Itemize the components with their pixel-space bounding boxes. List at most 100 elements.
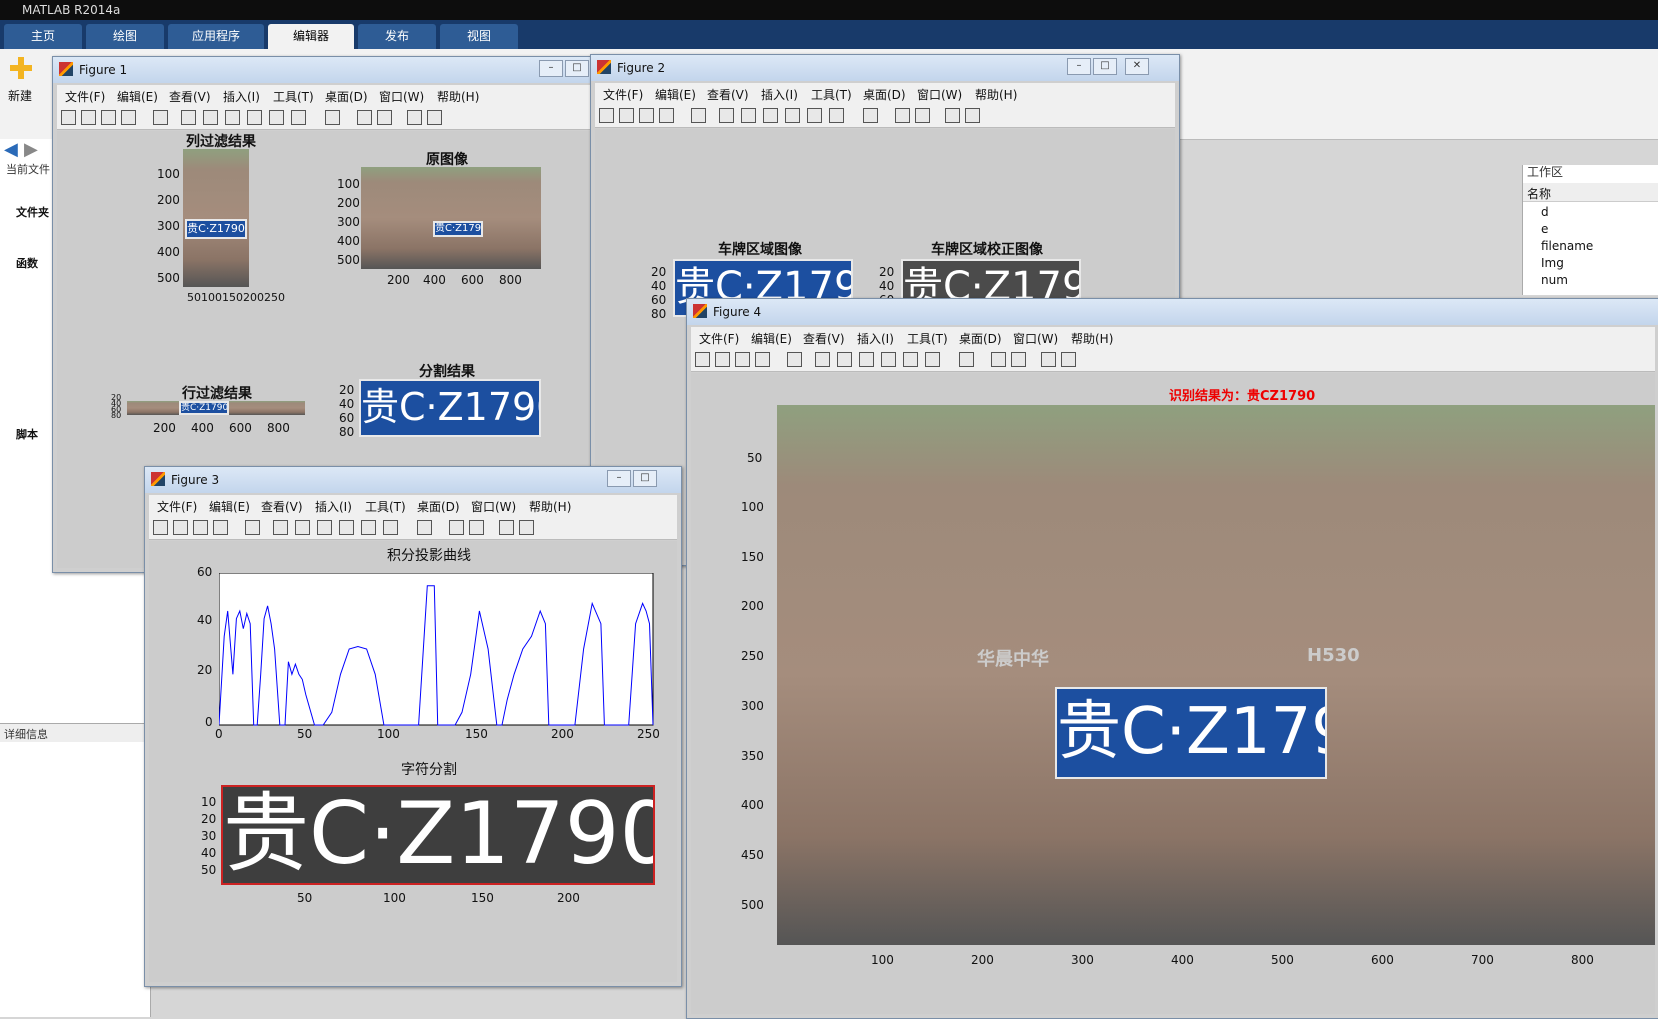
colorbar-icon[interactable] — [895, 108, 910, 123]
hide-tools-icon[interactable] — [499, 520, 514, 535]
pointer-icon[interactable] — [245, 520, 260, 535]
workspace-var[interactable]: filename — [1541, 239, 1593, 253]
figure-menu-item[interactable]: 帮助(H) — [1071, 330, 1113, 347]
figure-menu-item[interactable]: 工具(T) — [811, 86, 852, 103]
brush-icon[interactable] — [925, 352, 940, 367]
figure-1-titlebar[interactable]: Figure 1 – □ ✕ — [53, 57, 621, 83]
brush-icon[interactable] — [291, 110, 306, 125]
colorbar-icon[interactable] — [357, 110, 372, 125]
new-button-label[interactable]: 新建 — [8, 87, 32, 104]
maximize-button[interactable]: □ — [1093, 58, 1117, 75]
figure-menu-item[interactable]: 窗口(W) — [917, 86, 962, 103]
data-cursor-icon[interactable] — [903, 352, 918, 367]
pan-hand-icon[interactable] — [859, 352, 874, 367]
workspace-var[interactable]: num — [1541, 273, 1568, 287]
new-file-icon[interactable] — [599, 108, 614, 123]
workspace-var[interactable]: Img — [1541, 256, 1564, 270]
minimize-button[interactable]: – — [539, 60, 563, 77]
figure-menu-item[interactable]: 编辑(E) — [655, 86, 696, 103]
figure-menu-item[interactable]: 编辑(E) — [209, 498, 250, 515]
tree-functions[interactable]: 函数 — [16, 255, 38, 271]
rotate-icon[interactable] — [881, 352, 896, 367]
figure-menu-item[interactable]: 工具(T) — [273, 88, 314, 105]
figure-menu-item[interactable]: 文件(F) — [603, 86, 643, 103]
legend-icon[interactable] — [915, 108, 930, 123]
figure-3-window[interactable]: Figure 3 – □ 文件(F) 编辑(E) 查看(V) 插入(I) 工具(T) 桌面… — [144, 466, 682, 987]
minimize-button[interactable]: – — [607, 470, 631, 487]
back-arrow-icon[interactable]: ◀ — [4, 139, 18, 160]
zoom-in-icon[interactable] — [815, 352, 830, 367]
tab-publish[interactable]: 发布 — [358, 24, 436, 49]
workspace-var[interactable]: e — [1541, 222, 1548, 236]
tab-view[interactable]: 视图 — [440, 24, 518, 49]
figure-menu-item[interactable]: 编辑(E) — [751, 330, 792, 347]
save-icon[interactable] — [735, 352, 750, 367]
open-folder-icon[interactable] — [715, 352, 730, 367]
maximize-button[interactable]: □ — [633, 470, 657, 487]
save-icon[interactable] — [639, 108, 654, 123]
figure-menu-item[interactable]: 帮助(H) — [529, 498, 571, 515]
tab-apps[interactable]: 应用程序 — [168, 24, 264, 49]
tab-plots[interactable]: 绘图 — [86, 24, 164, 49]
forward-arrow-icon[interactable]: ▶ — [24, 139, 38, 160]
figure-menu-item[interactable]: 桌面(D) — [417, 498, 460, 515]
show-tools-icon[interactable] — [427, 110, 442, 125]
figure-3-titlebar[interactable]: Figure 3 – □ — [145, 467, 681, 493]
pointer-icon[interactable] — [691, 108, 706, 123]
zoom-out-icon[interactable] — [741, 108, 756, 123]
zoom-in-icon[interactable] — [181, 110, 196, 125]
pan-hand-icon[interactable] — [225, 110, 240, 125]
figure-menu-item[interactable]: 插入(I) — [223, 88, 260, 105]
zoom-out-icon[interactable] — [295, 520, 310, 535]
figure-4-window[interactable]: Figure 4 文件(F) 编辑(E) 查看(V) 插入(I) 工具(T) 桌面(D) 窗… — [686, 298, 1658, 1019]
data-cursor-icon[interactable] — [361, 520, 376, 535]
brush-icon[interactable] — [383, 520, 398, 535]
save-icon[interactable] — [193, 520, 208, 535]
pointer-icon[interactable] — [153, 110, 168, 125]
open-folder-icon[interactable] — [173, 520, 188, 535]
brush-icon[interactable] — [829, 108, 844, 123]
figure-menu-item[interactable]: 窗口(W) — [379, 88, 424, 105]
workspace-var[interactable]: d — [1541, 205, 1549, 219]
figure-menu-item[interactable]: 编辑(E) — [117, 88, 158, 105]
zoom-in-icon[interactable] — [719, 108, 734, 123]
rotate-icon[interactable] — [785, 108, 800, 123]
zoom-in-icon[interactable] — [273, 520, 288, 535]
link-icon[interactable] — [325, 110, 340, 125]
figure-menu-item[interactable]: 查看(V) — [261, 498, 303, 515]
data-cursor-icon[interactable] — [269, 110, 284, 125]
figure-menu-item[interactable]: 文件(F) — [65, 88, 105, 105]
figure-menu-item[interactable]: 查看(V) — [169, 88, 211, 105]
pan-hand-icon[interactable] — [763, 108, 778, 123]
minimize-button[interactable]: – — [1067, 58, 1091, 75]
open-folder-icon[interactable] — [619, 108, 634, 123]
show-tools-icon[interactable] — [965, 108, 980, 123]
figure-menu-item[interactable]: 插入(I) — [761, 86, 798, 103]
pointer-icon[interactable] — [787, 352, 802, 367]
print-icon[interactable] — [121, 110, 136, 125]
pan-hand-icon[interactable] — [317, 520, 332, 535]
figure-menu-item[interactable]: 文件(F) — [157, 498, 197, 515]
tree-scripts[interactable]: 脚本 — [16, 426, 38, 442]
figure-menu-item[interactable]: 窗口(W) — [1013, 330, 1058, 347]
figure-menu-item[interactable]: 工具(T) — [907, 330, 948, 347]
print-icon[interactable] — [213, 520, 228, 535]
data-cursor-icon[interactable] — [807, 108, 822, 123]
link-icon[interactable] — [959, 352, 974, 367]
zoom-out-icon[interactable] — [203, 110, 218, 125]
legend-icon[interactable] — [469, 520, 484, 535]
rotate-icon[interactable] — [247, 110, 262, 125]
figure-menu-item[interactable]: 窗口(W) — [471, 498, 516, 515]
zoom-out-icon[interactable] — [837, 352, 852, 367]
new-file-icon[interactable] — [61, 110, 76, 125]
workspace-header[interactable]: 名称 — [1523, 183, 1658, 202]
print-icon[interactable] — [755, 352, 770, 367]
new-file-icon[interactable] — [695, 352, 710, 367]
show-tools-icon[interactable] — [1061, 352, 1076, 367]
figure-menu-item[interactable]: 插入(I) — [315, 498, 352, 515]
figure-menu-item[interactable]: 查看(V) — [707, 86, 749, 103]
hide-tools-icon[interactable] — [945, 108, 960, 123]
save-icon[interactable] — [101, 110, 116, 125]
figure-menu-item[interactable]: 文件(F) — [699, 330, 739, 347]
figure-menu-item[interactable]: 查看(V) — [803, 330, 845, 347]
